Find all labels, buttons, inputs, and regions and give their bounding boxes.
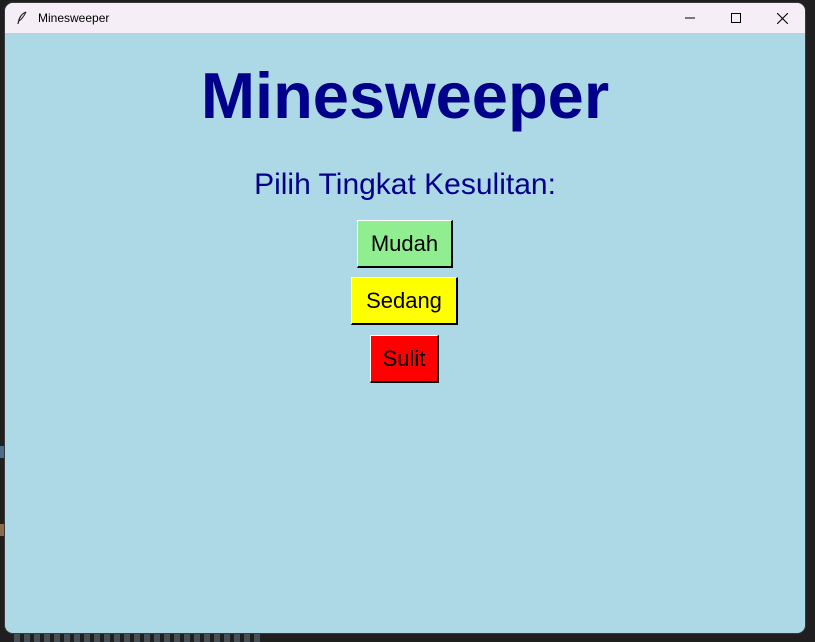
background-artifact: [0, 446, 4, 458]
medium-button[interactable]: Sedang: [351, 277, 458, 325]
main-content: Minesweeper Pilih Tingkat Kesulitan: Mud…: [5, 33, 805, 633]
minimize-icon: [685, 17, 695, 19]
maximize-button[interactable]: [713, 3, 759, 33]
close-icon: [776, 12, 788, 24]
background-artifact: [14, 634, 264, 642]
maximize-icon: [731, 13, 741, 23]
app-window: Minesweeper Minesweeper Pilih Tingkat Ke…: [5, 3, 805, 633]
window-title: Minesweeper: [38, 11, 110, 25]
feather-icon: [15, 11, 29, 25]
window-controls: [667, 3, 805, 33]
hard-button[interactable]: Sulit: [370, 335, 439, 383]
easy-button[interactable]: Mudah: [357, 220, 453, 268]
minimize-button[interactable]: [667, 3, 713, 33]
close-button[interactable]: [759, 3, 805, 33]
game-title: Minesweeper: [200, 59, 610, 132]
difficulty-prompt: Pilih Tingkat Kesulitan:: [254, 168, 556, 201]
background-artifact: [0, 524, 4, 536]
title-bar[interactable]: Minesweeper: [5, 3, 805, 33]
